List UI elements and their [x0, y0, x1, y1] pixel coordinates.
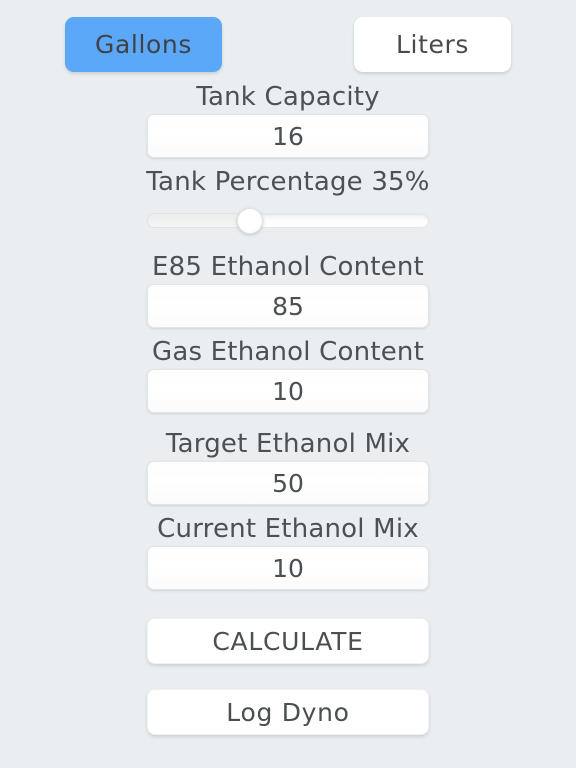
e85-ethanol-content-label: E85 Ethanol Content	[152, 252, 424, 282]
target-ethanol-mix-label: Target Ethanol Mix	[165, 429, 411, 459]
log-dyno-button[interactable]: Log Dyno	[147, 689, 429, 735]
current-ethanol-mix-label: Current Ethanol Mix	[157, 514, 419, 544]
tank-percentage-label: Tank Percentage 35%	[146, 167, 430, 197]
tank-percentage-slider[interactable]	[147, 208, 429, 234]
slider-thumb[interactable]	[236, 208, 263, 234]
gas-ethanol-content-input[interactable]	[147, 369, 429, 413]
app-screen: Gallons Liters Tank Capacity Tank Percen…	[0, 0, 576, 768]
tank-capacity-label: Tank Capacity	[196, 82, 380, 112]
unit-toggle-liters-button[interactable]: Liters	[354, 17, 511, 72]
unit-toggle-group: Gallons Liters	[0, 17, 576, 73]
slider-fill	[147, 213, 250, 228]
gas-ethanol-content-label: Gas Ethanol Content	[151, 337, 424, 367]
target-ethanol-mix-input[interactable]	[147, 461, 429, 505]
tank-capacity-input[interactable]	[147, 114, 429, 158]
unit-toggle-gallons-button[interactable]: Gallons	[65, 17, 222, 72]
calculate-button[interactable]: CALCULATE	[147, 618, 429, 664]
e85-ethanol-content-input[interactable]	[147, 284, 429, 328]
current-ethanol-mix-input[interactable]	[147, 546, 429, 590]
